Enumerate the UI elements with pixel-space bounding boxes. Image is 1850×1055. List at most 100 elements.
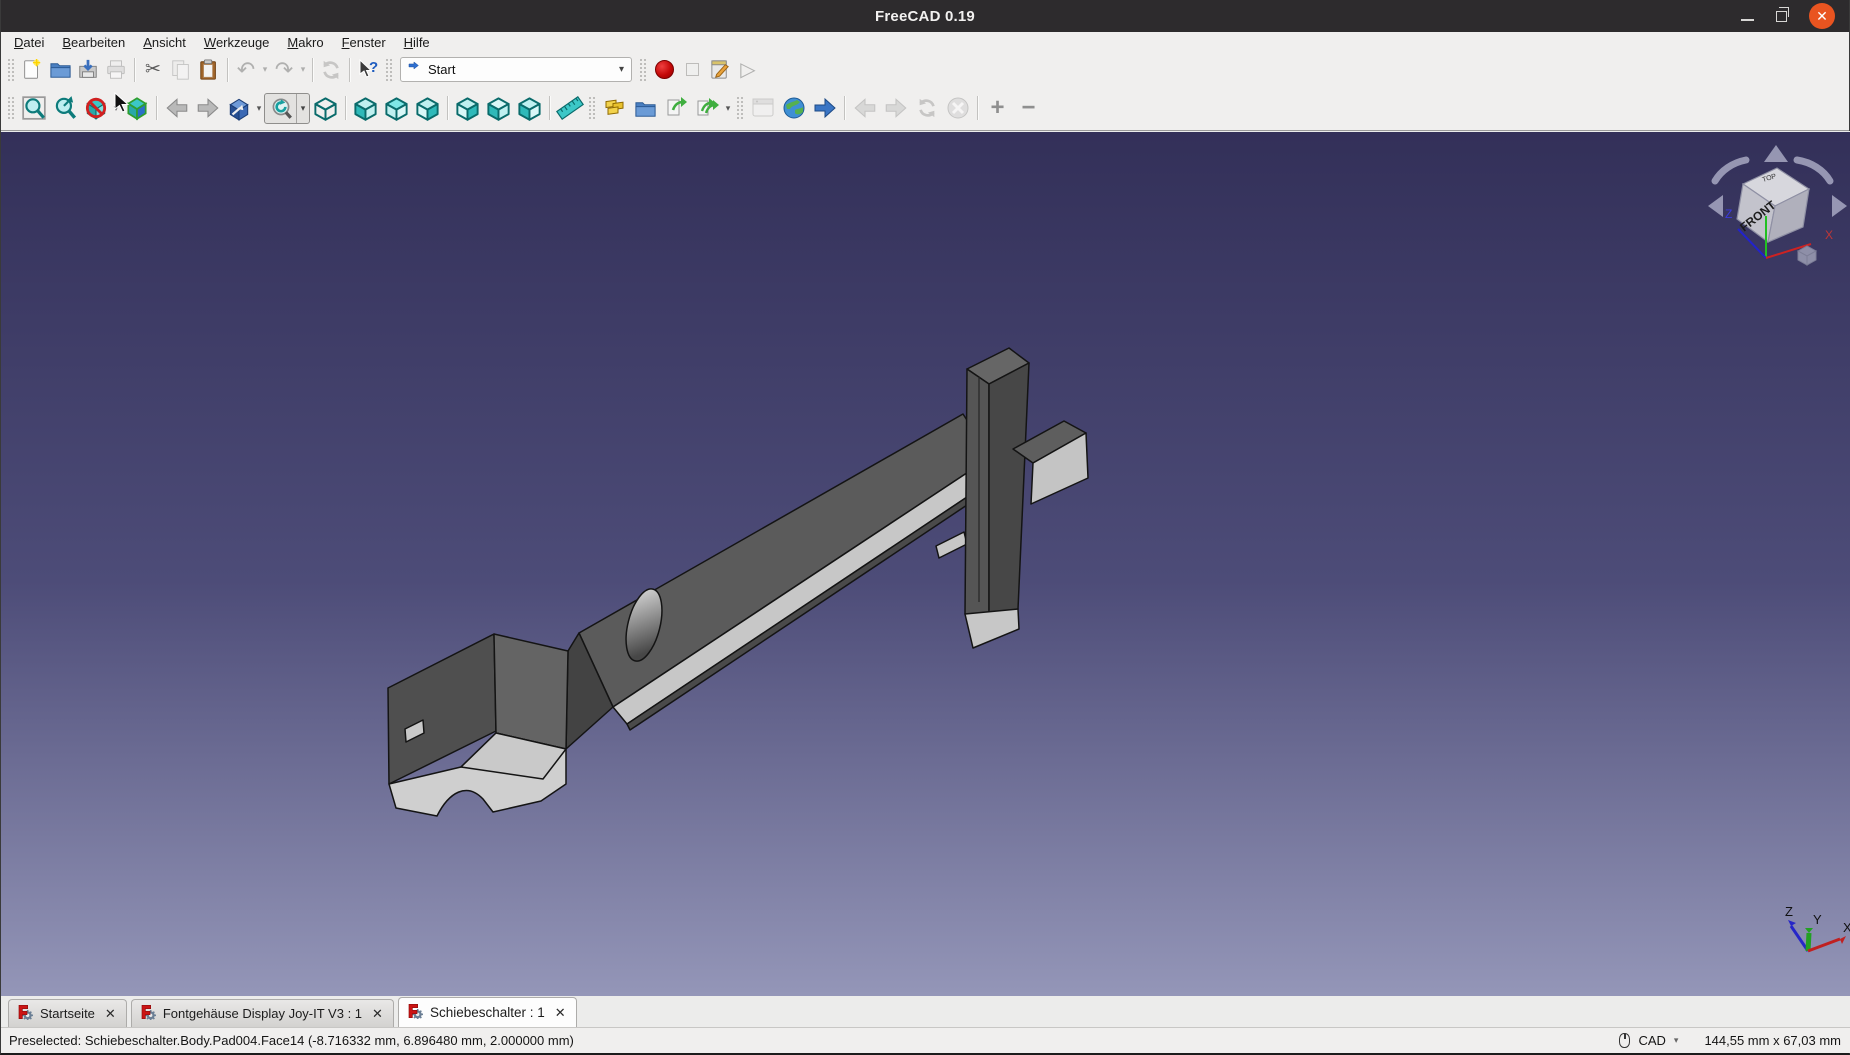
freecad-logo-icon	[140, 1004, 156, 1023]
axonometric-icon[interactable]	[310, 92, 341, 125]
view-back-icon[interactable]	[161, 92, 192, 125]
toolbar-grip[interactable]	[7, 58, 15, 82]
print-icon[interactable]	[102, 56, 130, 83]
view-left-icon[interactable]	[514, 92, 545, 125]
zoom-in-icon[interactable]: +	[982, 92, 1013, 125]
status-bar: Preselected: Schiebeschalter.Body.Pad004…	[1, 1027, 1850, 1053]
workbench-value: Start	[428, 62, 455, 77]
minimize-icon	[1741, 19, 1754, 21]
separator	[345, 96, 346, 120]
macro-play-icon[interactable]: ▷	[734, 56, 762, 83]
tab-schiebeschalter[interactable]: Schiebeschalter : 1 ✕	[398, 997, 577, 1027]
file-toolbar: ✂ ↶ ▾ ↷ ▾ ? Start ▾ ▷	[1, 53, 1849, 86]
whats-this-icon[interactable]: ?	[354, 56, 382, 83]
tab-fontgehaeuse[interactable]: Fontgehäuse Display Joy-IT V3 : 1 ✕	[131, 999, 394, 1027]
freecad-logo-icon	[17, 1004, 33, 1023]
workbench-selector[interactable]: Start ▾	[400, 57, 632, 82]
globe-icon[interactable]	[778, 92, 809, 125]
macro-record-icon[interactable]	[650, 56, 678, 83]
navigation-style-value[interactable]: CAD	[1638, 1033, 1665, 1048]
documents-folder-icon[interactable]	[630, 92, 661, 125]
refresh-icon[interactable]	[317, 56, 345, 83]
isometric-view-icon[interactable]	[223, 92, 254, 125]
undo-icon[interactable]: ↶	[232, 56, 260, 83]
minimize-button[interactable]	[1741, 11, 1754, 21]
zoom-out-icon[interactable]: −	[1013, 92, 1044, 125]
model-schiebeschalter[interactable]	[1, 132, 1850, 997]
copy-icon[interactable]	[167, 56, 195, 83]
menu-bearbeiten[interactable]: Bearbeiten	[53, 33, 134, 53]
view-front-icon[interactable]	[350, 92, 381, 125]
view-top-icon[interactable]	[381, 92, 412, 125]
tab-close-icon[interactable]: ✕	[105, 1006, 116, 1022]
redo-icon[interactable]: ↷	[270, 56, 298, 83]
browser-stop-icon[interactable]	[942, 92, 973, 125]
menu-bar: Datei Bearbeiten Ansicht Werkzeuge Makro…	[1, 32, 1849, 53]
fit-selection-icon[interactable]	[49, 92, 80, 125]
view-forward-icon[interactable]	[192, 92, 223, 125]
view-dimensions: 144,55 mm x 67,03 mm	[1704, 1033, 1841, 1048]
tab-startseite[interactable]: Startseite ✕	[8, 999, 127, 1027]
toolbar-grip[interactable]	[588, 96, 596, 120]
window-title: FreeCAD 0.19	[1, 8, 1849, 25]
separator	[227, 58, 228, 82]
axis-z-label: Z	[1785, 904, 1793, 919]
menu-fenster[interactable]: Fenster	[333, 33, 395, 53]
redo-dropdown-icon[interactable]: ▾	[298, 64, 308, 75]
browser-forward-icon[interactable]	[880, 92, 911, 125]
measure-icon[interactable]	[554, 92, 585, 125]
save-icon[interactable]	[74, 56, 102, 83]
toolbar-grip[interactable]	[736, 96, 744, 120]
nav-cube-x-label: X	[1825, 228, 1833, 242]
fit-content-dropdown-icon[interactable]: ▾	[296, 94, 309, 123]
view-right-icon[interactable]	[412, 92, 443, 125]
menu-hilfe[interactable]: Hilfe	[395, 33, 439, 53]
draw-style-icon[interactable]	[80, 92, 111, 125]
3d-viewport[interactable]: TOP FRONT Z X Z	[1, 131, 1850, 996]
separator	[844, 96, 845, 120]
tab-close-icon[interactable]: ✕	[372, 1006, 383, 1022]
share-dropdown-icon[interactable]: ▾	[723, 103, 733, 114]
workbench-arrow-icon	[408, 61, 422, 78]
separator	[349, 58, 350, 82]
separator	[134, 58, 135, 82]
undo-dropdown-icon[interactable]: ▾	[260, 64, 270, 75]
mouse-cursor	[113, 92, 133, 114]
web-page-icon[interactable]	[747, 92, 778, 125]
go-forward-icon[interactable]	[809, 92, 840, 125]
axis-indicator: Z Y X	[1771, 902, 1850, 982]
navigation-style-dropdown-icon[interactable]: ▾	[1674, 1035, 1679, 1046]
tab-close-icon[interactable]: ✕	[555, 1005, 566, 1021]
menu-datei[interactable]: Datei	[5, 33, 53, 53]
open-link-icon[interactable]	[661, 92, 692, 125]
fit-all-icon[interactable]	[18, 92, 49, 125]
share-icon[interactable]	[692, 92, 723, 125]
browser-refresh-icon[interactable]	[911, 92, 942, 125]
fit-content-icon[interactable]	[265, 94, 296, 123]
toolbar-grip[interactable]	[385, 58, 393, 82]
cut-icon[interactable]: ✂	[139, 56, 167, 83]
toolbar-grip[interactable]	[639, 58, 647, 82]
separator	[977, 96, 978, 120]
menu-ansicht[interactable]: Ansicht	[134, 33, 195, 53]
view-rear-icon[interactable]	[452, 92, 483, 125]
view-toolbar: ▾ ▾ ▾	[1, 86, 1849, 131]
macro-stop-icon[interactable]	[678, 56, 706, 83]
macro-edit-icon[interactable]	[706, 56, 734, 83]
axis-y-label: Y	[1813, 912, 1822, 927]
navigation-cube[interactable]: TOP FRONT Z X	[1691, 132, 1850, 277]
start-page-icon[interactable]	[599, 92, 630, 125]
restore-button[interactable]	[1776, 11, 1787, 22]
toolbar-grip[interactable]	[7, 96, 15, 120]
browser-back-icon[interactable]	[849, 92, 880, 125]
paste-icon[interactable]	[195, 56, 223, 83]
open-folder-icon[interactable]	[46, 56, 74, 83]
menu-makro[interactable]: Makro	[278, 33, 332, 53]
view-bottom-icon[interactable]	[483, 92, 514, 125]
isometric-dropdown-icon[interactable]: ▾	[254, 103, 264, 114]
close-button[interactable]: ✕	[1809, 3, 1835, 29]
tab-label: Startseite	[40, 1006, 95, 1021]
freecad-logo-icon	[407, 1003, 423, 1022]
new-document-icon[interactable]	[18, 56, 46, 83]
menu-werkzeuge[interactable]: Werkzeuge	[195, 33, 279, 53]
